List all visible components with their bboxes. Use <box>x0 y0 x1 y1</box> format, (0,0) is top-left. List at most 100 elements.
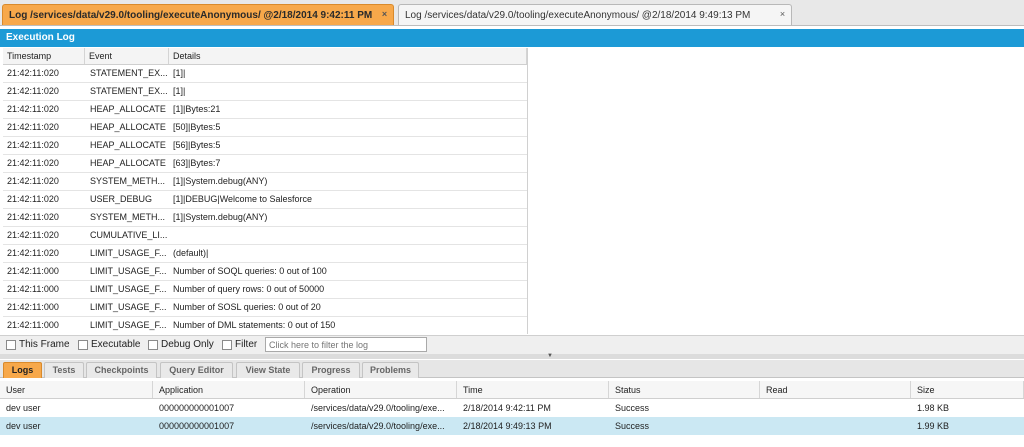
close-icon[interactable]: × <box>380 10 389 19</box>
details-cell: [1]|System.debug(ANY) <box>173 176 268 186</box>
timestamp-cell: 21:42:11:020 <box>7 248 59 258</box>
event-cell: STATEMENT_EX... <box>90 68 168 78</box>
log-row[interactable]: 21:42:11:000 LIMIT_USAGE_F... Number of SO… <box>3 299 527 317</box>
tab-logs[interactable]: Logs <box>3 362 42 378</box>
log-row[interactable]: 21:42:11:020 CUMULATIVE_LI... <box>3 227 527 245</box>
tab-log-949[interactable]: Log /services/data/v29.0/tooling/execute… <box>398 4 792 25</box>
this-frame-checkbox[interactable]: This Frame <box>6 339 70 350</box>
log-row[interactable]: 21:42:11:020 SYSTEM_METH... [1]|System.deb… <box>3 173 527 191</box>
column-status[interactable]: Status <box>609 381 760 398</box>
event-cell: HEAP_ALLOCATE <box>90 122 166 132</box>
executable-checkbox[interactable]: Executable <box>78 339 140 350</box>
column-read[interactable]: Read <box>760 381 911 398</box>
execution-log-title: Execution Log <box>0 29 1024 47</box>
tab-progress[interactable]: Progress <box>302 362 360 378</box>
timestamp-cell: 21:42:11:000 <box>7 320 59 330</box>
timestamp-cell: 21:42:11:000 <box>7 266 59 276</box>
timestamp-cell: 21:42:11:020 <box>7 230 59 240</box>
event-cell: SYSTEM_METH... <box>90 212 166 222</box>
log-entry-row[interactable]: dev user 000000000001007/services/data/v2… <box>0 399 1024 417</box>
size-cell: 1.98 KB <box>917 403 950 413</box>
log-tab-bar: Log /services/data/v29.0/tooling/execute… <box>0 0 1024 26</box>
timestamp-cell: 21:42:11:000 <box>7 284 59 294</box>
tab-view-state[interactable]: View State <box>236 362 300 378</box>
column-size[interactable]: Size <box>911 381 1024 398</box>
log-row[interactable]: 21:42:11:000 LIMIT_USAGE_F... Number of SO… <box>3 263 527 281</box>
event-cell: CUMULATIVE_LI... <box>90 230 168 240</box>
column-user[interactable]: User <box>0 381 153 398</box>
tab-label: Log /services/data/v29.0/tooling/execute… <box>405 10 751 21</box>
filter-input[interactable] <box>265 337 427 352</box>
timestamp-cell: 21:42:11:000 <box>7 302 59 312</box>
tab-tests[interactable]: Tests <box>44 362 84 378</box>
details-cell: [1]| <box>173 86 186 96</box>
log-row[interactable]: 21:42:11:020 STATEMENT_EX... [1]| <box>3 65 527 83</box>
event-cell: LIMIT_USAGE_F... <box>90 320 167 330</box>
debug-only-checkbox[interactable]: Debug Only <box>148 339 214 350</box>
details-cell: [63]|Bytes:7 <box>173 158 221 168</box>
log-row[interactable]: 21:42:11:020 HEAP_ALLOCATE [56]|Bytes:5 <box>3 137 527 155</box>
logs-table: User Application Operation Time Status R… <box>0 381 1024 435</box>
status-cell: Success <box>615 421 650 431</box>
checkbox-icon[interactable] <box>78 339 88 350</box>
log-row[interactable]: 21:42:11:020 STATEMENT_EX... [1]| <box>3 83 527 101</box>
timestamp-cell: 21:42:11:020 <box>7 176 59 186</box>
details-cell: [1]|System.debug(ANY) <box>173 212 268 222</box>
log-row[interactable]: 21:42:11:020 SYSTEM_METH... [1]|System.deb… <box>3 209 527 227</box>
application-cell: 000000000001007 <box>159 421 235 431</box>
details-cell: Number of query rows: 0 out of 50000 <box>173 284 325 294</box>
log-row[interactable]: 21:42:11:020 HEAP_ALLOCATE [63]|Bytes:7 <box>3 155 527 173</box>
timestamp-cell: 21:42:11:020 <box>7 68 59 78</box>
logs-table-header: User Application Operation Time Status R… <box>0 381 1024 399</box>
tab-checkpoints[interactable]: Checkpoints <box>86 362 157 378</box>
column-application[interactable]: Application <box>153 381 305 398</box>
log-row[interactable]: 21:42:11:020 HEAP_ALLOCATE [1]|Bytes:21 <box>3 101 527 119</box>
column-operation[interactable]: Operation <box>305 381 457 398</box>
event-cell: USER_DEBUG <box>90 194 153 204</box>
event-cell: HEAP_ALLOCATE <box>90 104 166 114</box>
log-row[interactable]: 21:42:11:000 LIMIT_USAGE_F... Number of DM… <box>3 317 527 334</box>
read-cell <box>760 417 911 435</box>
event-cell: LIMIT_USAGE_F... <box>90 302 167 312</box>
panel-splitter[interactable] <box>0 354 1024 359</box>
executable-label: Executable <box>91 339 141 350</box>
event-cell: LIMIT_USAGE_F... <box>90 248 167 258</box>
execution-log-table: Timestamp Event Details 21:42:11:020 STAT… <box>3 48 528 334</box>
timestamp-cell: 21:42:11:020 <box>7 194 59 204</box>
log-row[interactable]: 21:42:11:020 HEAP_ALLOCATE [50]|Bytes:5 <box>3 119 527 137</box>
timestamp-cell: 21:42:11:020 <box>7 212 59 222</box>
checkbox-icon[interactable] <box>222 339 232 350</box>
filter-checkbox[interactable]: Filter <box>222 339 257 350</box>
log-row[interactable]: 21:42:11:000 LIMIT_USAGE_F... Number of qu… <box>3 281 527 299</box>
event-cell: HEAP_ALLOCATE <box>90 140 166 150</box>
status-cell: Success <box>615 403 650 413</box>
collapse-arrow-icon[interactable]: ▼ <box>540 353 560 359</box>
column-event[interactable]: Event <box>85 48 169 64</box>
tab-query-editor[interactable]: Query Editor <box>160 362 233 378</box>
event-cell: LIMIT_USAGE_F... <box>90 284 167 294</box>
user-cell: dev user <box>6 403 41 413</box>
column-time[interactable]: Time <box>457 381 609 398</box>
details-cell: (default)| <box>173 248 209 258</box>
log-entry-row[interactable]: dev user 000000000001007/services/data/v2… <box>0 417 1024 435</box>
tab-log-942[interactable]: Log /services/data/v29.0/tooling/execute… <box>2 4 394 25</box>
column-timestamp[interactable]: Timestamp <box>3 48 85 64</box>
time-cell: 2/18/2014 9:49:13 PM <box>463 421 552 431</box>
details-cell: Number of DML statements: 0 out of 150 <box>173 320 336 330</box>
details-cell: Number of SOQL queries: 0 out of 100 <box>173 266 327 276</box>
checkbox-icon[interactable] <box>6 339 16 350</box>
log-filter-bar: This Frame Executable Debug Only Filter <box>0 335 1024 354</box>
details-cell: [50]|Bytes:5 <box>173 122 221 132</box>
log-row[interactable]: 21:42:11:020 LIMIT_USAGE_F... (default)| <box>3 245 527 263</box>
operation-cell: /services/data/v29.0/tooling/exe... <box>311 403 445 413</box>
details-cell: [1]|Bytes:21 <box>173 104 221 114</box>
details-cell: [1]|DEBUG|Welcome to Salesforce <box>173 194 313 204</box>
tab-problems[interactable]: Problems <box>362 362 419 378</box>
log-row[interactable]: 21:42:11:020 USER_DEBUG [1]|DEBUG|Welcome … <box>3 191 527 209</box>
details-cell: [1]| <box>173 68 186 78</box>
time-cell: 2/18/2014 9:42:11 PM <box>463 403 551 413</box>
close-icon[interactable]: × <box>778 10 787 19</box>
checkbox-icon[interactable] <box>148 339 158 350</box>
details-cell: Number of SOSL queries: 0 out of 20 <box>173 302 321 312</box>
column-details[interactable]: Details <box>169 48 527 64</box>
